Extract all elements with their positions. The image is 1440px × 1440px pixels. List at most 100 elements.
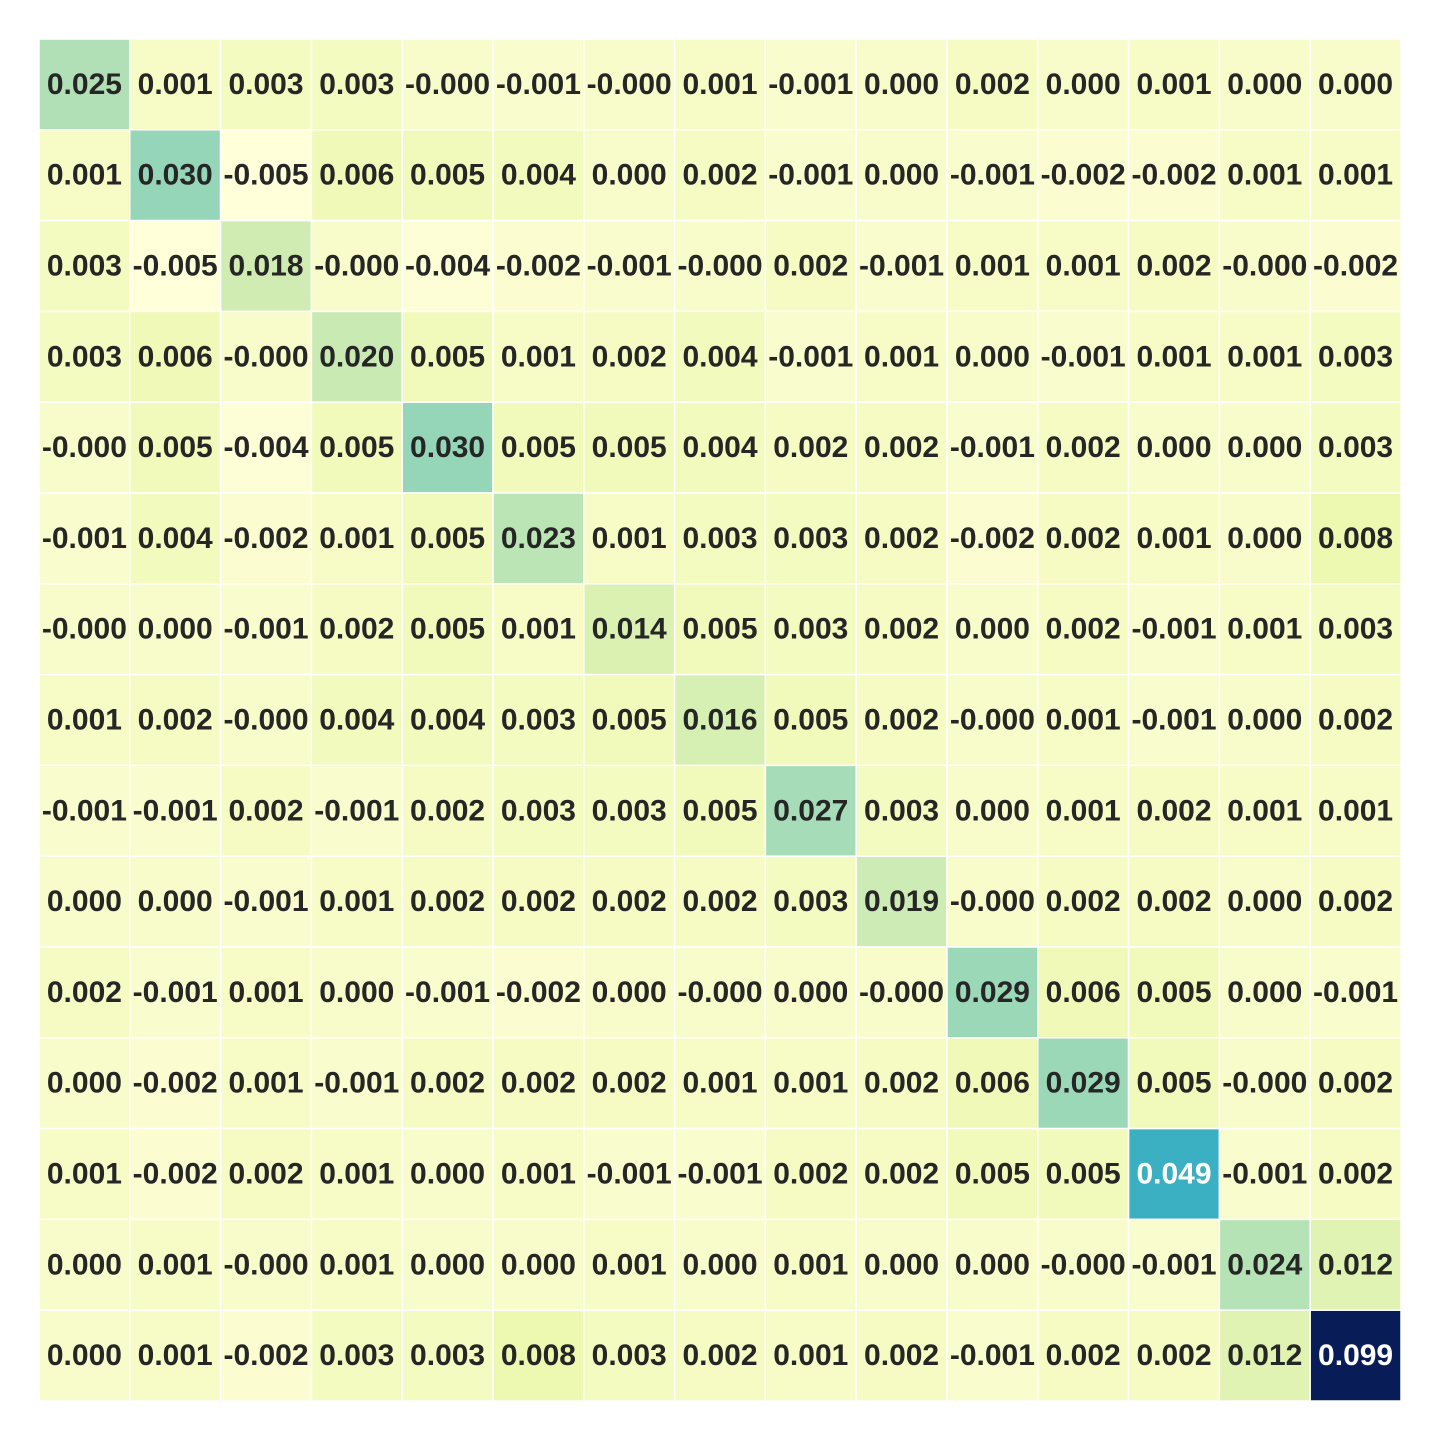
heatmap-value-label-r8-c0: -0.001 (42, 794, 127, 827)
heatmap-value-label-r14-c9: 0.002 (864, 1339, 939, 1372)
heatmap-value-label-r0-c9: 0.000 (864, 68, 939, 101)
heatmap-value-label-r9-c12: 0.002 (1136, 885, 1211, 918)
heatmap-value-label-r3-c12: 0.001 (1136, 340, 1211, 373)
heatmap-value-label-r7-c8: 0.005 (773, 704, 848, 737)
heatmap-value-label-r6-c10: 0.000 (955, 613, 1030, 646)
heatmap-value-label-r0-c3: 0.003 (319, 68, 394, 101)
heatmap-value-label-r5-c13: 0.000 (1227, 522, 1302, 555)
heatmap-value-label-r4-c1: 0.005 (138, 431, 213, 464)
heatmap-value-label-r11-c14: 0.002 (1318, 1067, 1393, 1100)
heatmap-value-label-r3-c2: -0.000 (223, 340, 308, 373)
heatmap-value-label-r9-c10: -0.000 (950, 885, 1035, 918)
heatmap-value-label-r6-c2: -0.001 (223, 613, 308, 646)
heatmap-value-label-r12-c14: 0.002 (1318, 1158, 1393, 1191)
heatmap-value-label-r1-c2: -0.005 (223, 159, 308, 192)
heatmap-value-label-r8-c2: 0.002 (228, 794, 303, 827)
heatmap-value-label-r4-c14: 0.003 (1318, 431, 1393, 464)
heatmap-value-label-r1-c4: 0.005 (410, 159, 485, 192)
heatmap-value-label-r1-c10: -0.001 (950, 159, 1035, 192)
heatmap-value-label-r8-c7: 0.005 (682, 794, 757, 827)
heatmap-value-label-r5-c2: -0.002 (223, 522, 308, 555)
heatmap-value-label-r2-c14: -0.002 (1313, 250, 1398, 283)
heatmap-value-label-r2-c2: 0.018 (228, 250, 303, 283)
heatmap-value-label-r2-c1: -0.005 (133, 250, 218, 283)
heatmap-value-label-r8-c14: 0.001 (1318, 794, 1393, 827)
heatmap-value-label-r10-c5: -0.002 (496, 976, 581, 1009)
heatmap-value-label-r1-c3: 0.006 (319, 159, 394, 192)
heatmap-value-label-r4-c7: 0.004 (682, 431, 757, 464)
heatmap-value-label-r2-c8: 0.002 (773, 250, 848, 283)
heatmap-value-label-r13-c9: 0.000 (864, 1248, 939, 1281)
heatmap-value-label-r12-c8: 0.002 (773, 1158, 848, 1191)
heatmap-value-label-r7-c6: 0.005 (592, 704, 667, 737)
heatmap-value-label-r9-c0: 0.000 (47, 885, 122, 918)
heatmap-value-label-r10-c2: 0.001 (228, 976, 303, 1009)
heatmap-value-label-r8-c6: 0.003 (592, 794, 667, 827)
heatmap-value-label-r6-c13: 0.001 (1227, 613, 1302, 646)
heatmap-value-label-r14-c10: -0.001 (950, 1339, 1035, 1372)
heatmap-value-label-r13-c14: 0.012 (1318, 1248, 1393, 1281)
heatmap-value-label-r8-c13: 0.001 (1227, 794, 1302, 827)
heatmap-value-label-r14-c2: -0.002 (223, 1339, 308, 1372)
heatmap-value-label-r5-c0: -0.001 (42, 522, 127, 555)
heatmap-value-label-r5-c12: 0.001 (1136, 522, 1211, 555)
heatmap-value-label-r2-c10: 0.001 (955, 250, 1030, 283)
heatmap-value-label-r4-c2: -0.004 (223, 431, 308, 464)
heatmap-value-label-r11-c13: -0.000 (1222, 1067, 1307, 1100)
heatmap-value-label-r0-c1: 0.001 (138, 68, 213, 101)
heatmap-value-label-r2-c12: 0.002 (1136, 250, 1211, 283)
heatmap-value-label-r12-c9: 0.002 (864, 1158, 939, 1191)
heatmap-value-label-r10-c10: 0.029 (955, 976, 1030, 1009)
heatmap-value-label-r13-c4: 0.000 (410, 1248, 485, 1281)
heatmap-value-label-r1-c13: 0.001 (1227, 159, 1302, 192)
heatmap-value-label-r11-c0: 0.000 (47, 1067, 122, 1100)
heatmap-value-label-r14-c11: 0.002 (1046, 1339, 1121, 1372)
heatmap-value-label-r3-c1: 0.006 (138, 340, 213, 373)
heatmap-value-label-r10-c0: 0.002 (47, 976, 122, 1009)
heatmap-value-label-r8-c4: 0.002 (410, 794, 485, 827)
heatmap-value-label-r1-c7: 0.002 (682, 159, 757, 192)
heatmap-value-label-r5-c5: 0.023 (501, 522, 576, 555)
heatmap-value-label-r0-c6: -0.000 (587, 68, 672, 101)
heatmap-value-label-r4-c10: -0.001 (950, 431, 1035, 464)
heatmap-value-label-r4-c4: 0.030 (410, 431, 485, 464)
heatmap-value-label-r2-c0: 0.003 (47, 250, 122, 283)
heatmap-value-label-r11-c10: 0.006 (955, 1067, 1030, 1100)
heatmap-value-label-r11-c9: 0.002 (864, 1067, 939, 1100)
heatmap-value-label-r7-c5: 0.003 (501, 704, 576, 737)
heatmap-value-label-r5-c7: 0.003 (682, 522, 757, 555)
heatmap-value-label-r0-c11: 0.000 (1046, 68, 1121, 101)
heatmap-value-label-r2-c6: -0.001 (587, 250, 672, 283)
heatmap-value-label-r6-c6: 0.014 (592, 613, 667, 646)
heatmap-value-label-r3-c9: 0.001 (864, 340, 939, 373)
heatmap-value-label-r13-c12: -0.001 (1131, 1248, 1216, 1281)
heatmap-value-label-r7-c9: 0.002 (864, 704, 939, 737)
heatmap-value-label-r4-c8: 0.002 (773, 431, 848, 464)
heatmap-value-label-r3-c4: 0.005 (410, 340, 485, 373)
heatmap-value-label-r9-c11: 0.002 (1046, 885, 1121, 918)
heatmap-value-label-r10-c11: 0.006 (1046, 976, 1121, 1009)
heatmap-value-label-r12-c0: 0.001 (47, 1158, 122, 1191)
heatmap-value-label-r7-c10: -0.000 (950, 704, 1035, 737)
heatmap-value-label-r2-c9: -0.001 (859, 250, 944, 283)
heatmap-value-label-r4-c13: 0.000 (1227, 431, 1302, 464)
heatmap-value-label-r4-c5: 0.005 (501, 431, 576, 464)
heatmap-value-label-r9-c14: 0.002 (1318, 885, 1393, 918)
heatmap-value-label-r9-c2: -0.001 (223, 885, 308, 918)
heatmap-value-label-r9-c5: 0.002 (501, 885, 576, 918)
heatmap-value-label-r0-c13: 0.000 (1227, 68, 1302, 101)
heatmap-value-label-r9-c1: 0.000 (138, 885, 213, 918)
heatmap-value-label-r4-c9: 0.002 (864, 431, 939, 464)
heatmap-value-label-r6-c4: 0.005 (410, 613, 485, 646)
heatmap-value-label-r4-c6: 0.005 (592, 431, 667, 464)
heatmap-value-label-r6-c8: 0.003 (773, 613, 848, 646)
heatmap-value-label-r10-c7: -0.000 (677, 976, 762, 1009)
heatmap-value-label-r5-c4: 0.005 (410, 522, 485, 555)
heatmap-value-label-r2-c11: 0.001 (1046, 250, 1121, 283)
heatmap-value-label-r14-c14: 0.099 (1318, 1339, 1393, 1372)
heatmap-value-label-r0-c14: 0.000 (1318, 68, 1393, 101)
heatmap-value-label-r13-c13: 0.024 (1227, 1248, 1302, 1281)
heatmap-value-label-r0-c4: -0.000 (405, 68, 490, 101)
heatmap-value-label-r10-c3: 0.000 (319, 976, 394, 1009)
heatmap-value-label-r8-c8: 0.027 (773, 794, 848, 827)
